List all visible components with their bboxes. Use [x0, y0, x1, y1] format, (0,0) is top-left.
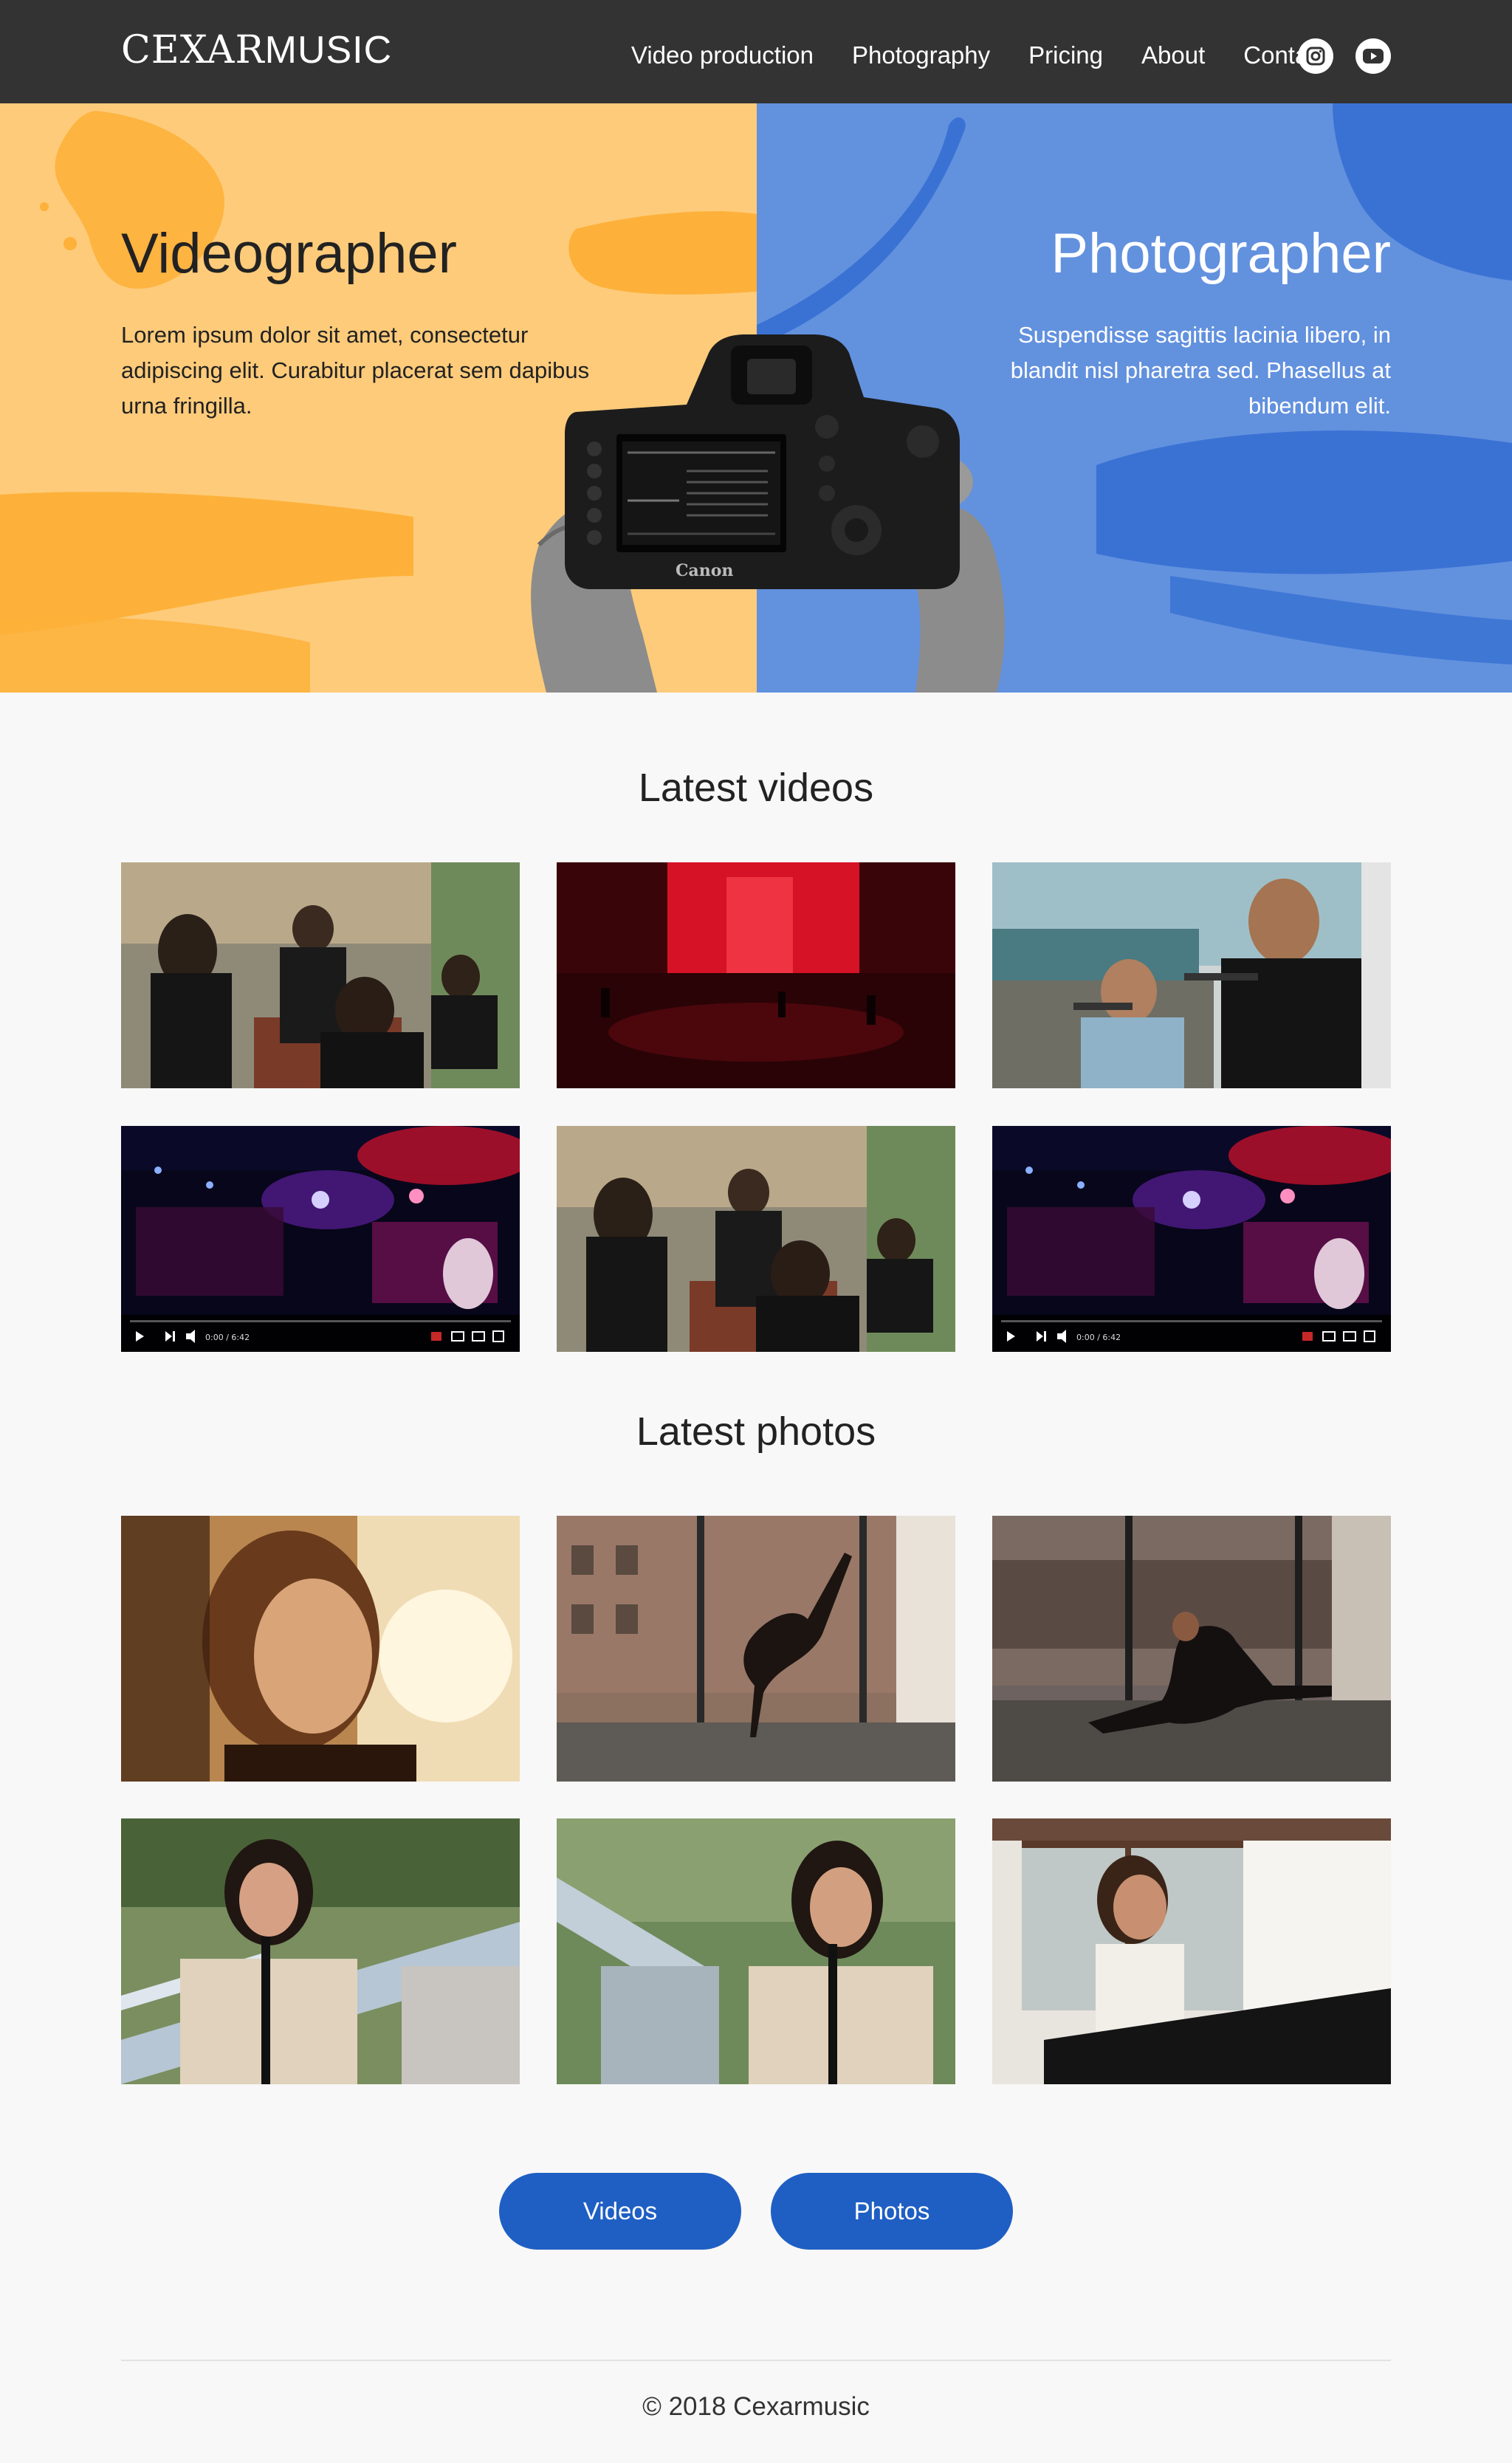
latest-videos-title: Latest videos — [638, 766, 874, 810]
photo-thumbnail[interactable] — [121, 1516, 520, 1782]
top-navbar: CEXARMUSIC Video production Photography … — [0, 0, 1512, 103]
nav-links: Video production Photography Pricing Abo… — [631, 41, 1327, 69]
photo-thumbnail[interactable] — [121, 1818, 520, 2084]
camera-brand-label: Canon — [676, 561, 733, 580]
youtube-icon[interactable] — [1355, 38, 1391, 74]
footer-copyright: © 2018 Cexarmusic — [642, 2392, 870, 2421]
logo-light: MUSIC — [264, 29, 393, 72]
photo-thumbnail[interactable] — [992, 1818, 1391, 2084]
nav-link-pricing[interactable]: Pricing — [1028, 41, 1103, 69]
latest-photos-title: Latest photos — [636, 1409, 876, 1454]
video-thumbnail[interactable] — [121, 862, 520, 1088]
video-thumbnail[interactable] — [557, 862, 955, 1088]
videos-button[interactable]: Videos — [499, 2173, 741, 2250]
hero-right-title: Photographer — [1051, 222, 1391, 285]
photo-thumbnail[interactable] — [557, 1516, 955, 1782]
logo-bold: CEXAR — [121, 28, 265, 72]
hero-banner: Videographer Lorem ipsum dolor sit amet,… — [0, 103, 1512, 693]
photo-thumbnail[interactable] — [992, 1516, 1391, 1782]
site-logo[interactable]: CEXARMUSIC — [121, 28, 392, 72]
hero-left-title: Videographer — [121, 222, 457, 285]
video-time-label: 0:00 / 6:42 — [205, 1333, 250, 1342]
video-thumbnail[interactable] — [992, 862, 1391, 1088]
video-player-thumbnail[interactable]: 0:00 / 6:42 — [121, 1126, 520, 1352]
nav-link-about[interactable]: About — [1141, 41, 1205, 69]
footer-divider — [121, 2360, 1391, 2361]
video-player-thumbnail[interactable]: 0:00 / 6:42 — [992, 1126, 1391, 1352]
nav-link-video-production[interactable]: Video production — [631, 41, 814, 69]
nav-link-photography[interactable]: Photography — [852, 41, 990, 69]
camera-hands-image: Canon — [531, 334, 1005, 693]
photos-button[interactable]: Photos — [771, 2173, 1013, 2250]
video-thumbnail[interactable] — [557, 1126, 955, 1352]
photo-thumbnail[interactable] — [557, 1818, 955, 2084]
instagram-icon[interactable] — [1298, 38, 1333, 74]
video-time-label: 0:00 / 6:42 — [1076, 1333, 1121, 1342]
